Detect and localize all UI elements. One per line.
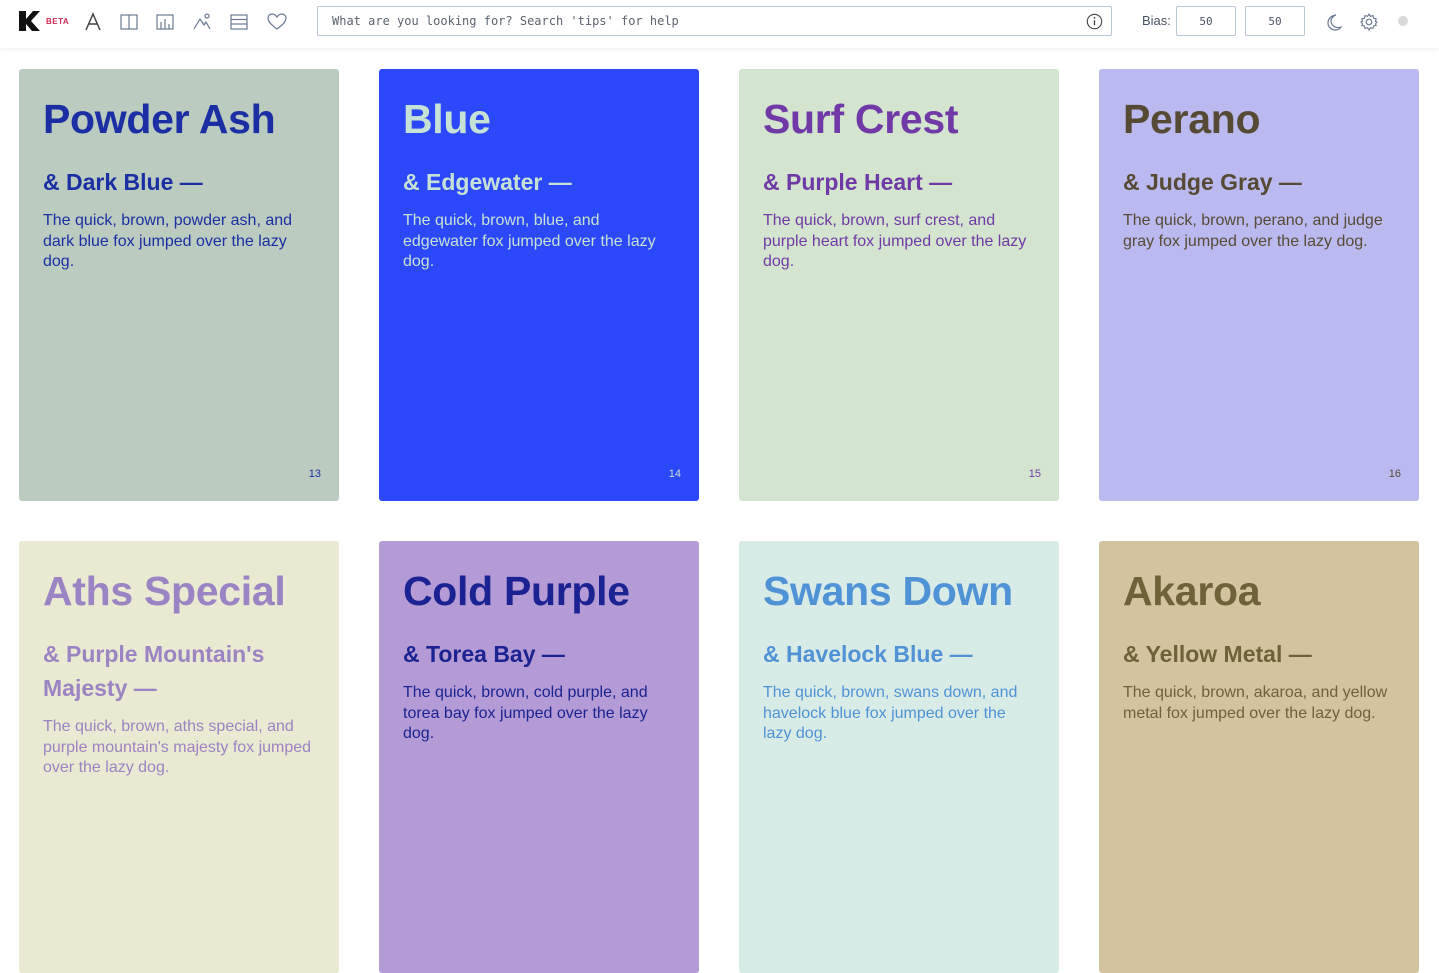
beta-badge: BETA <box>46 16 70 26</box>
card-subtitle: & Judge Gray — <box>1123 169 1302 195</box>
card-number: 16 <box>1388 468 1401 480</box>
bias-label: Bias: <box>1142 13 1171 28</box>
card-title: Akaroa <box>1123 568 1261 614</box>
card-body: The quick, brown, perano, and judge gray… <box>1123 212 1383 250</box>
search-box <box>317 6 1112 36</box>
gear-icon[interactable] <box>1359 12 1379 32</box>
card-title: Powder Ash <box>43 96 276 142</box>
card-subtitle: & Torea Bay — <box>403 641 565 667</box>
card-subtitle: & Purple Heart — <box>763 169 953 195</box>
color-card[interactable]: Surf Crest & Purple Heart — The quick, b… <box>739 69 1059 501</box>
card-body: The quick, brown, cold purple, and torea… <box>403 684 648 742</box>
moon-icon[interactable] <box>1323 12 1343 32</box>
card-number: 13 <box>308 468 321 480</box>
typography-icon[interactable] <box>82 11 104 33</box>
color-card[interactable]: Powder Ash & Dark Blue — The quick, brow… <box>19 69 339 501</box>
color-card[interactable]: Blue & Edgewater — The quick, brown, blu… <box>379 69 699 501</box>
card-body: The quick, brown, swans down, and havelo… <box>763 684 1018 742</box>
card-title: Swans Down <box>763 568 1013 614</box>
card-title: Cold Purple <box>403 568 630 614</box>
card-subtitle: & Dark Blue — <box>43 169 203 195</box>
search-input[interactable] <box>318 7 1078 35</box>
logo-icon <box>19 11 40 31</box>
bias-input-2[interactable] <box>1245 6 1305 36</box>
card-body: The quick, brown, powder ash, and dark b… <box>43 212 293 270</box>
card-title: Blue <box>403 96 491 142</box>
chart-icon[interactable] <box>154 11 176 33</box>
status-indicator <box>1398 16 1408 26</box>
card-title: Perano <box>1123 96 1261 142</box>
card-number: 15 <box>1028 468 1041 480</box>
card-body: The quick, brown, aths special, and purp… <box>43 718 312 776</box>
gradient-icon[interactable] <box>191 11 213 33</box>
heart-icon[interactable] <box>266 11 288 33</box>
card-subtitle: & Edgewater — <box>403 169 572 195</box>
color-card[interactable]: Swans Down & Havelock Blue — The quick, … <box>739 541 1059 973</box>
card-title: Surf Crest <box>763 96 959 142</box>
bias-input-1[interactable] <box>1176 6 1236 36</box>
card-title: Aths Special <box>43 568 286 614</box>
card-number: 14 <box>668 468 681 480</box>
card-subtitle: & Havelock Blue — <box>763 641 973 667</box>
columns-icon[interactable] <box>118 11 140 33</box>
top-bar: BETA Bias: <box>0 0 1439 48</box>
card-body: The quick, brown, akaroa, and yellow met… <box>1123 684 1388 722</box>
card-subtitle: & Purple Mountain's Majesty — <box>43 641 265 701</box>
color-card[interactable]: Akaroa & Yellow Metal — The quick, brown… <box>1099 541 1419 973</box>
list-icon[interactable] <box>228 11 250 33</box>
card-body: The quick, brown, blue, and edgewater fo… <box>403 212 656 270</box>
color-card[interactable]: Perano & Judge Gray — The quick, brown, … <box>1099 69 1419 501</box>
color-card[interactable]: Cold Purple & Torea Bay — The quick, bro… <box>379 541 699 973</box>
card-body: The quick, brown, surf crest, and purple… <box>763 212 1027 270</box>
card-subtitle: & Yellow Metal — <box>1123 641 1312 667</box>
info-icon[interactable] <box>1086 13 1103 30</box>
app-logo[interactable]: BETA <box>18 11 69 31</box>
color-card[interactable]: Aths Special & Purple Mountain's Majesty… <box>19 541 339 973</box>
